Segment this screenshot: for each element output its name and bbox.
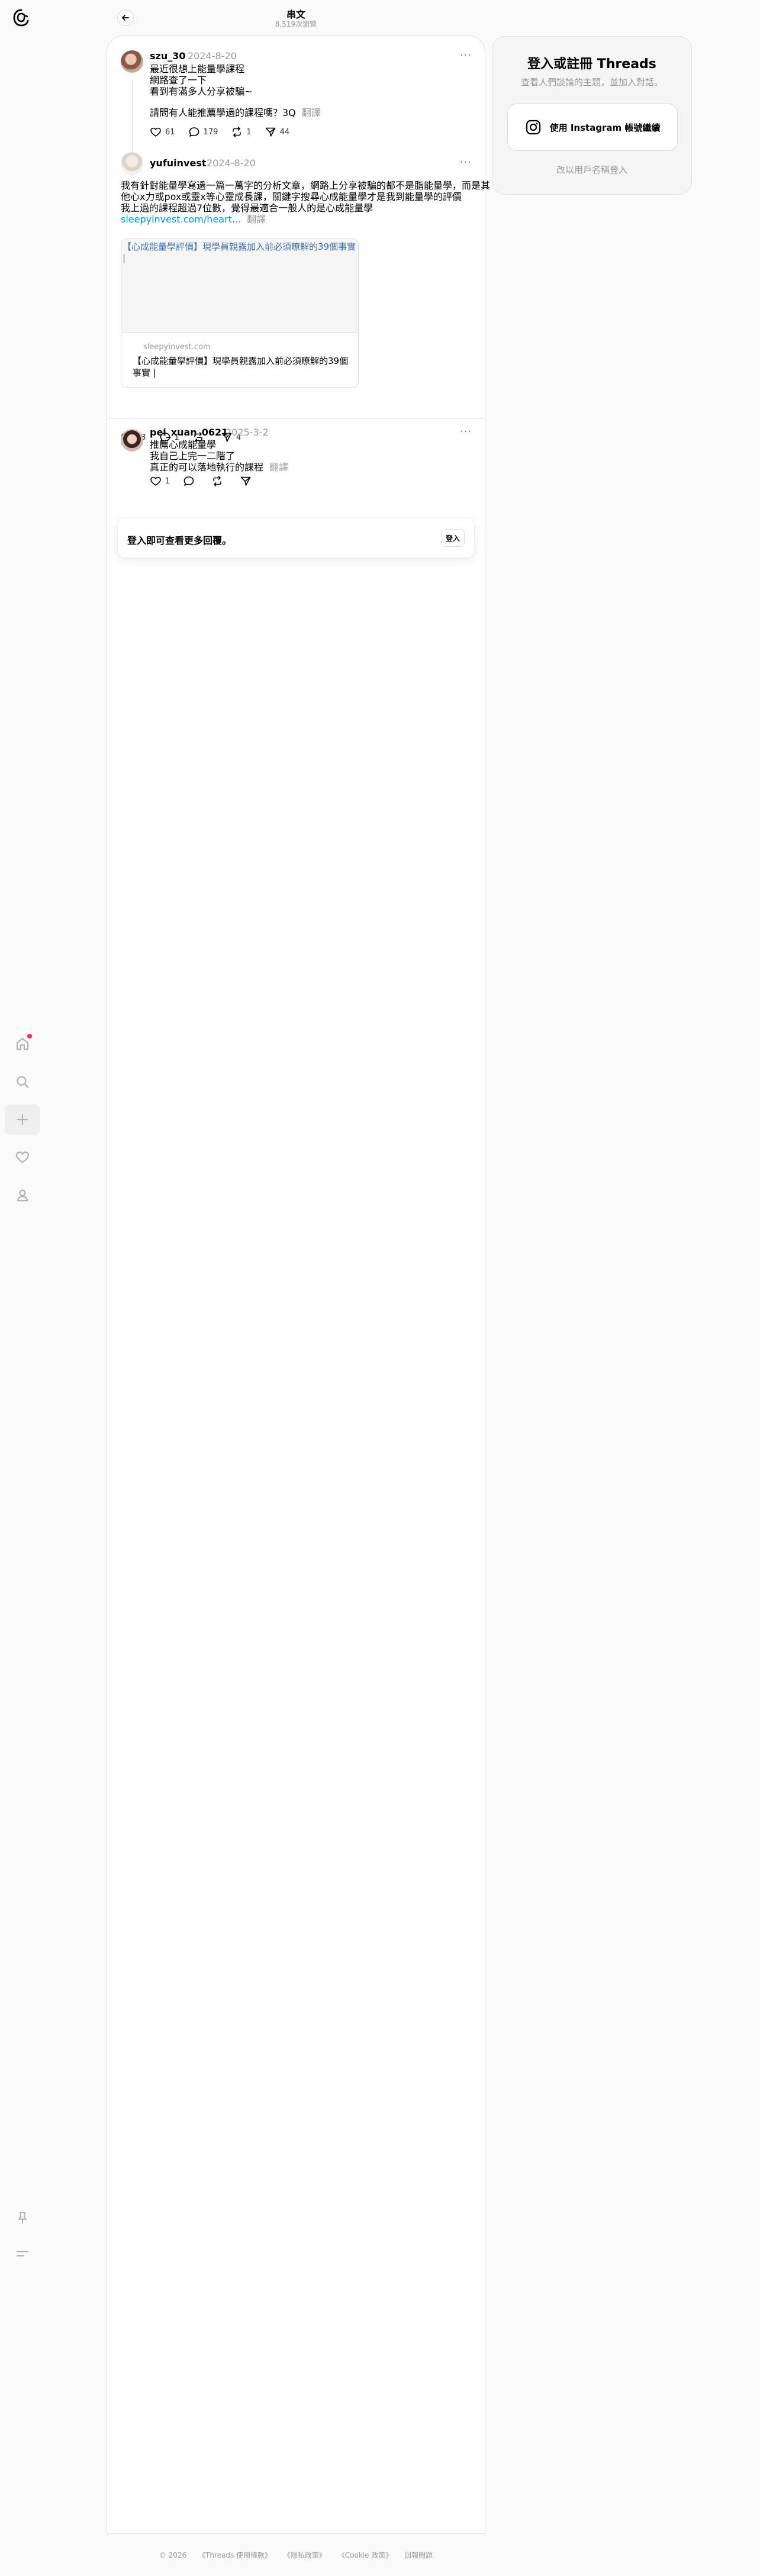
- post-line: 推薦心成能量學: [150, 439, 217, 450]
- send-icon: [265, 127, 275, 137]
- thread-post: pei_xuan_0621 2025-3-2 ··· 推薦心成能量學 我自己上完…: [107, 418, 485, 513]
- post-link[interactable]: sleepyinvest.com/heart...: [121, 214, 241, 225]
- threads-logo-icon[interactable]: [12, 8, 31, 27]
- login-panel-subtitle: 查看人們談論的主題，並加入對話。: [520, 77, 663, 88]
- footer-cookie-link[interactable]: 《Cookie 政策》: [338, 2551, 393, 2559]
- heart-icon: [150, 476, 161, 486]
- link-preview-image-alt: 【心成能量學評價】現學員親露加入前必須瞭解的39個事實 |: [123, 241, 356, 263]
- nav-create[interactable]: [5, 1104, 40, 1135]
- more-options-button[interactable]: ···: [460, 49, 472, 62]
- rail-bottom: [5, 2203, 40, 2274]
- post-date: 2025-3-2: [226, 427, 269, 438]
- footer: © 2026 《Threads 使用條款》 《隱私政策》 《Cookie 政策》…: [107, 2550, 485, 2560]
- like-count: 61: [165, 127, 175, 137]
- menu-button[interactable]: [5, 2238, 40, 2269]
- instagram-login-label: 使用 Instagram 帳號繼續: [549, 122, 661, 133]
- username[interactable]: yufuinvest: [150, 157, 207, 169]
- thread-column: szu_30 2024-8-20 ··· 最近很想上能量學課程 網路查了一下 看…: [107, 36, 490, 2534]
- reply-count: 179: [203, 127, 218, 137]
- pin-button[interactable]: [5, 2203, 40, 2233]
- more-options-button[interactable]: ···: [460, 156, 472, 169]
- avatar[interactable]: [121, 50, 143, 73]
- link-preview-card[interactable]: 【心成能量學評價】現學員親露加入前必須瞭解的39個事實 | sleepyinve…: [121, 238, 359, 388]
- like-button[interactable]: 1: [150, 475, 170, 487]
- like-count: 1: [165, 476, 170, 486]
- login-more-banner: 登入即可查看更多回覆。 登入: [117, 518, 475, 558]
- post-date: 2024-8-20: [207, 157, 256, 169]
- post-actions: 1: [150, 475, 268, 487]
- profile-icon: [17, 1189, 28, 1202]
- menu-icon: [16, 2251, 29, 2257]
- search-icon: [17, 1076, 29, 1088]
- send-icon: [240, 476, 251, 486]
- username-login-link[interactable]: 改以用戶名稱登入: [492, 163, 691, 176]
- translate-link[interactable]: 翻譯: [269, 462, 288, 473]
- post-line: 我自己上完一二階了: [150, 450, 236, 462]
- comment-icon: [189, 127, 199, 137]
- post-body: 最近很想上能量學課程 網路查了一下 看到有滿多人分享被騙~: [150, 63, 252, 97]
- create-icon: [17, 1114, 28, 1126]
- post-line: 最近很想上能量學課程: [150, 63, 245, 75]
- repost-button[interactable]: [211, 475, 227, 487]
- post-line: 真正的可以落地執行的課程: [150, 462, 264, 473]
- share-count: 44: [279, 127, 290, 137]
- link-preview-title: 【心成能量學評價】現學員親露加入前必須瞭解的39個事實 |: [133, 356, 349, 378]
- post-body: 我有針對能量學寫過一篇一萬字的分析文章，網路上分享被騙的都不是脂能量學，而是其 …: [121, 180, 490, 225]
- notification-dot: [27, 1034, 32, 1039]
- repost-count: 1: [246, 127, 252, 137]
- login-panel: 登入或註冊 Threads 查看人們談論的主題，並加入對話。 使用 Instag…: [492, 36, 692, 195]
- footer-privacy-link[interactable]: 《隱私政策》: [284, 2551, 326, 2559]
- login-button[interactable]: 登入: [441, 529, 465, 547]
- view-count: 8,519次瀏覽: [275, 20, 317, 28]
- username[interactable]: pei_xuan_0621: [150, 427, 228, 438]
- post-line: 我上過的課程超過7位數，覺得最適合一般人的是心成能量學: [121, 202, 373, 214]
- post-line: 看到有滿多人分享被騙~: [150, 86, 253, 97]
- footer-copyright: © 2026: [159, 2551, 187, 2559]
- instagram-icon: [526, 120, 540, 135]
- more-options-button[interactable]: ···: [460, 425, 472, 438]
- nav-profile[interactable]: [5, 1180, 40, 1211]
- pin-icon: [18, 2212, 27, 2224]
- avatar[interactable]: [121, 429, 143, 452]
- post-question: 請問有人能推薦學過的課程嗎？3Q 翻譯: [150, 107, 321, 118]
- heart-icon: [15, 1151, 30, 1163]
- link-preview-image: 【心成能量學評價】現學員親露加入前必須瞭解的39個事實 |: [121, 239, 358, 333]
- instagram-login-button[interactable]: 使用 Instagram 帳號繼續: [507, 104, 678, 151]
- rail-nav: [5, 1029, 40, 1218]
- repost-icon: [233, 127, 241, 137]
- post-line: 網路查了一下: [150, 75, 207, 86]
- nav-activity[interactable]: [5, 1142, 40, 1173]
- share-button[interactable]: [240, 475, 255, 487]
- post-line: 我有針對能量學寫過一篇一萬字的分析文章，網路上分享被騙的都不是脂能量學，而是其: [121, 180, 491, 191]
- footer-terms-link[interactable]: 《Threads 使用條款》: [198, 2551, 272, 2559]
- nav-search[interactable]: [5, 1066, 40, 1097]
- translate-link[interactable]: 翻譯: [247, 214, 266, 225]
- login-more-text: 登入即可查看更多回覆。: [127, 535, 232, 546]
- post-header: 串文 8,519次瀏覽: [107, 0, 485, 36]
- thread-post: yufuinvest 2024-8-20 ··· 我有針對能量學寫過一篇一萬字的…: [107, 149, 490, 456]
- reply-button[interactable]: [183, 475, 198, 487]
- reply-button[interactable]: 179: [188, 126, 218, 138]
- post-date: 2024-8-20: [188, 50, 237, 62]
- comment-icon: [183, 476, 194, 486]
- repost-button[interactable]: 1: [231, 126, 252, 138]
- heart-icon: [150, 127, 161, 137]
- nav-home[interactable]: [5, 1029, 40, 1059]
- translate-link[interactable]: 翻譯: [302, 107, 321, 118]
- home-icon: [16, 1037, 29, 1050]
- username[interactable]: szu_30: [150, 50, 186, 62]
- like-button[interactable]: 61: [150, 126, 175, 138]
- post-body: 推薦心成能量學 我自己上完一二階了 真正的可以落地執行的課程 翻譯: [150, 439, 288, 473]
- post-line: 他心x力或pox或靈x等心靈成長課，關鍵字搜尋心成能量學才是我到能量學的評價: [121, 191, 462, 202]
- repost-icon: [213, 476, 222, 486]
- share-button[interactable]: 44: [265, 126, 290, 138]
- link-preview-domain: sleepyinvest.com: [143, 343, 211, 352]
- post-line: 請問有人能推薦學過的課程嗎？3Q: [150, 107, 296, 118]
- left-rail: [0, 0, 45, 2576]
- footer-report-link[interactable]: 回報問題: [404, 2551, 433, 2559]
- avatar[interactable]: [121, 152, 143, 175]
- login-panel-title: 登入或註冊 Threads: [527, 57, 656, 72]
- post-actions: 61 179 1 44: [150, 126, 302, 138]
